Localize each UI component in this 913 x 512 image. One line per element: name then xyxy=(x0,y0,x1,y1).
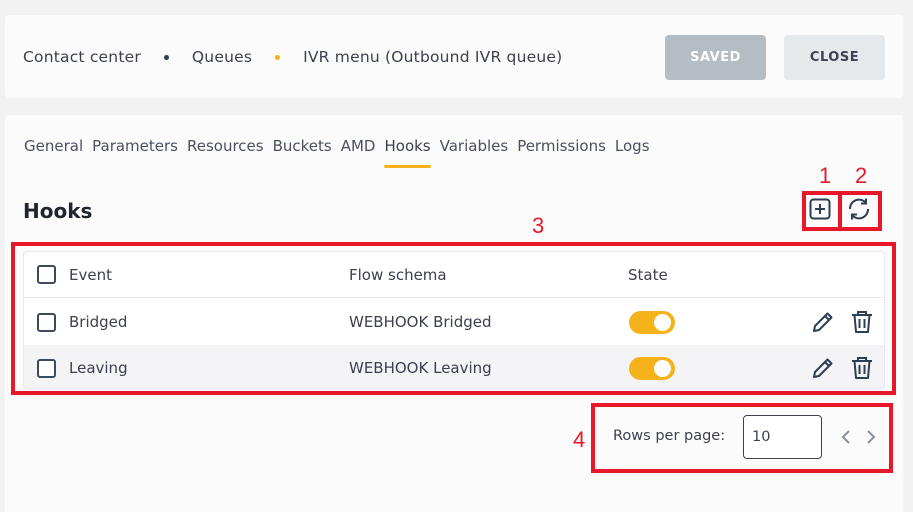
close-button[interactable]: CLOSE xyxy=(784,35,885,80)
tab-parameters[interactable]: Parameters xyxy=(92,137,178,168)
tab-variables[interactable]: Variables xyxy=(440,137,509,168)
annotation-box-1 xyxy=(802,191,842,231)
annotation-number-4: 4 xyxy=(573,427,586,452)
breadcrumb-separator-dot xyxy=(163,54,169,60)
breadcrumb-contact-center[interactable]: Contact center xyxy=(23,48,141,66)
tab-general[interactable]: General xyxy=(24,137,83,168)
breadcrumb-queues[interactable]: Queues xyxy=(192,48,252,66)
tab-logs[interactable]: Logs xyxy=(615,137,650,168)
annotation-box-3 xyxy=(11,242,896,395)
tab-bar: General Parameters Resources Buckets AMD… xyxy=(24,137,659,168)
tab-buckets[interactable]: Buckets xyxy=(273,137,332,168)
annotation-number-3: 3 xyxy=(532,213,545,238)
annotation-box-4 xyxy=(591,403,893,473)
annotation-box-2 xyxy=(838,191,882,231)
breadcrumb-current: IVR menu (Outbound IVR queue) xyxy=(303,48,563,66)
saved-button[interactable]: SAVED xyxy=(665,35,766,80)
breadcrumb-separator-dot-active xyxy=(275,54,281,60)
annotation-number-2: 2 xyxy=(855,163,868,188)
section-title: Hooks xyxy=(23,199,93,223)
annotation-number-1: 1 xyxy=(819,163,832,188)
tab-hooks[interactable]: Hooks xyxy=(384,137,431,168)
tab-permissions[interactable]: Permissions xyxy=(517,137,606,168)
tab-resources[interactable]: Resources xyxy=(187,137,264,168)
breadcrumb: Contact center Queues IVR menu (Outbound… xyxy=(23,48,562,66)
tab-amd[interactable]: AMD xyxy=(341,137,376,168)
header-bar: Contact center Queues IVR menu (Outbound… xyxy=(5,15,903,98)
